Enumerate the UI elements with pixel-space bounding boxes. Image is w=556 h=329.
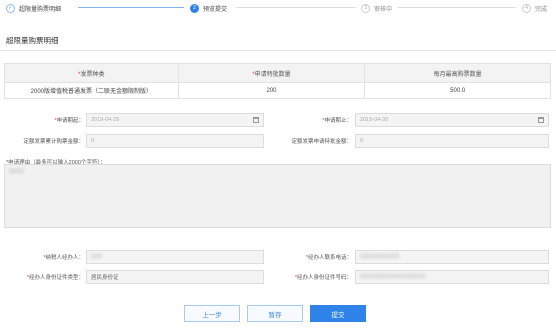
step-4-number: 4 — [522, 3, 531, 13]
id-number-label: *经办人身份证件号码： — [294, 275, 352, 281]
step-connector — [236, 7, 356, 8]
step-2: 2 预览提交 — [190, 3, 227, 13]
calendar-icon[interactable] — [538, 117, 544, 123]
step-4-label: 完成 — [535, 6, 548, 13]
submit-button[interactable]: 提交 — [310, 305, 366, 322]
col-monthly-max: 每月最高购票数量 — [364, 63, 551, 83]
col-special-quantity: *申请特批数量 — [177, 63, 366, 83]
reason-textarea[interactable]: XXXX — [4, 164, 551, 228]
fixed-total-label: 定额发票累计购票金额： — [23, 139, 84, 145]
apply-start-input[interactable]: 2019-04-29 — [86, 113, 264, 127]
agent-input[interactable]: XXX — [86, 250, 264, 264]
save-draft-button[interactable]: 暂存 — [247, 305, 303, 322]
step-1: ✓ 超限量购票明细 — [6, 3, 61, 13]
step-2-label: 预览提交 — [203, 6, 228, 13]
prev-step-button[interactable]: 上一步 — [184, 305, 240, 322]
step-3: 3 审核中 — [361, 3, 392, 13]
step-3-number: 3 — [361, 3, 370, 13]
col-invoice-type: *发票种类 — [4, 63, 179, 83]
invoice-table: *发票种类 *申请特批数量 每月最高购票数量 2000版增值税普通发票（二联无金… — [4, 63, 551, 99]
id-type-label: *经办人身份证件类型： — [26, 275, 84, 281]
reason-value: XXXX — [9, 169, 24, 175]
table-header-row: *发票种类 *申请特批数量 每月最高购票数量 — [4, 63, 551, 83]
divider — [0, 50, 556, 51]
calendar-icon[interactable] — [253, 117, 259, 123]
apply-start-label: *申请期起： — [54, 118, 84, 124]
page-title: 超限量购票明细 — [6, 36, 59, 45]
table-row: 2000版增值税普通发票（二联无金额限制版） 200 500.0 — [4, 82, 551, 99]
fixed-apply-input[interactable]: 0 — [355, 134, 549, 148]
agent-phone-label: *经办人联系电话： — [305, 255, 352, 261]
agent-label: *纳税人经办人： — [43, 255, 84, 261]
fixed-total-input[interactable]: 0 — [86, 134, 264, 148]
cell-invoice-type: 2000版增值税普通发票（二联无金额限制版） — [4, 82, 179, 99]
apply-end-input[interactable]: 2019-04-30 — [355, 113, 549, 127]
step-4: 4 完成 — [522, 3, 547, 13]
step-connector — [398, 7, 516, 8]
cell-monthly-max: 500.0 — [364, 82, 551, 99]
agent-phone-input[interactable]: 13XXXXXXXXX — [355, 250, 549, 264]
apply-end-label: *申请期止： — [322, 118, 352, 124]
step-connector — [78, 7, 184, 8]
step-3-label: 审核中 — [374, 6, 393, 13]
id-type-select[interactable]: 居民身份证 — [86, 270, 264, 284]
cell-special-quantity[interactable]: 200 — [177, 82, 366, 99]
id-number-input[interactable]: 3XXXXXXXXXXXXXXXXX — [355, 270, 549, 284]
step-2-number: 2 — [190, 3, 199, 13]
fixed-apply-label: 定额发票申请特批金额： — [291, 139, 352, 145]
step-1-label: 超限量购票明细 — [19, 6, 62, 13]
progress-steps: ✓ 超限量购票明细 2 预览提交 3 审核中 4 完成 — [0, 0, 556, 15]
step-1-check-icon: ✓ — [6, 3, 15, 13]
